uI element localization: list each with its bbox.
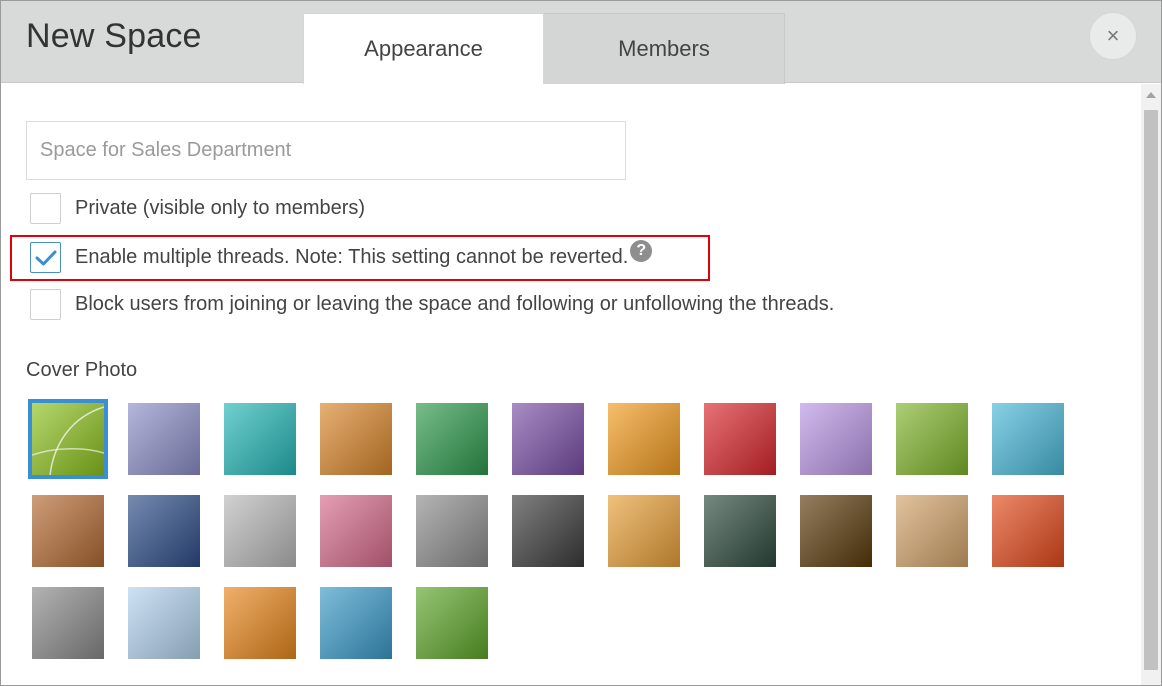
cover-photo-compass[interactable] [224,495,296,567]
tab-appearance[interactable]: Appearance [303,13,544,84]
private-checkbox[interactable] [30,193,61,224]
tab-members[interactable]: Members [544,13,785,84]
cover-photo-purple-flower[interactable] [800,403,872,475]
block-users-checkbox[interactable] [30,289,61,320]
cover-photo-palm-beach[interactable] [320,587,392,659]
scroll-up-arrow-icon[interactable] [1141,84,1161,106]
cover-photo-blue-mosaic[interactable] [128,495,200,567]
cover-photo-books[interactable] [320,495,392,567]
cover-photo-coffee-cup[interactable] [896,495,968,567]
cover-photo-orange-canvas[interactable] [320,403,392,475]
cover-photo-purple-paper[interactable] [512,403,584,475]
cover-photo-green-leaf[interactable] [896,403,968,475]
cover-photo-snowy-trees[interactable] [128,587,200,659]
close-icon: × [1106,23,1120,48]
cover-photo-pumpkins[interactable] [224,587,296,659]
check-icon [35,250,56,265]
cover-photo-label: Cover Photo [26,359,138,381]
cover-photo-bamboo[interactable] [416,587,488,659]
option-multiple-threads: Enable multiple threads. Note: This sett… [30,239,653,273]
dialog-title: New Space [26,17,202,55]
vertical-scrollbar[interactable] [1141,84,1161,685]
cover-photo-chalk-question-marks[interactable] [512,495,584,567]
cover-photo-woven-wood[interactable] [32,495,104,567]
cover-photo-green-fabric[interactable] [416,403,488,475]
new-space-dialog: New Space Appearance Members × Private (… [0,0,1162,686]
cover-photo-turquoise-water[interactable] [224,403,296,475]
cover-photo-orange-flower[interactable] [608,403,680,475]
cover-photo-blue-cubes[interactable] [992,403,1064,475]
dialog-header: New Space Appearance Members × [1,1,1161,84]
multiple-threads-label: Enable multiple threads. Note: This sett… [75,239,653,270]
cover-photo-dark-gradient[interactable] [800,495,872,567]
multiple-threads-text: Enable multiple threads. Note: This sett… [75,245,629,268]
block-users-label: Block users from joining or leaving the … [75,293,835,315]
multiple-threads-checkbox[interactable] [30,242,61,273]
cover-photo-light-bulb-chalkboard[interactable] [704,495,776,567]
cover-photo-gears[interactable] [416,495,488,567]
cover-photo-lavender-gradient[interactable] [128,403,200,475]
cover-photo-colored-pencils[interactable] [608,495,680,567]
help-icon[interactable]: ? [630,239,653,262]
space-name-input[interactable] [26,121,626,180]
private-label: Private (visible only to members) [75,197,366,219]
option-private: Private (visible only to members) [30,193,365,224]
scroll-thumb[interactable] [1144,110,1158,670]
cover-photo-cat-and-dog[interactable] [32,587,104,659]
cover-photo-red-flower[interactable] [704,403,776,475]
close-button[interactable]: × [1089,12,1137,60]
cover-photo-vegetables[interactable] [992,495,1064,567]
cover-photo-green-lines[interactable] [28,399,108,479]
option-block-users: Block users from joining or leaving the … [30,289,834,320]
